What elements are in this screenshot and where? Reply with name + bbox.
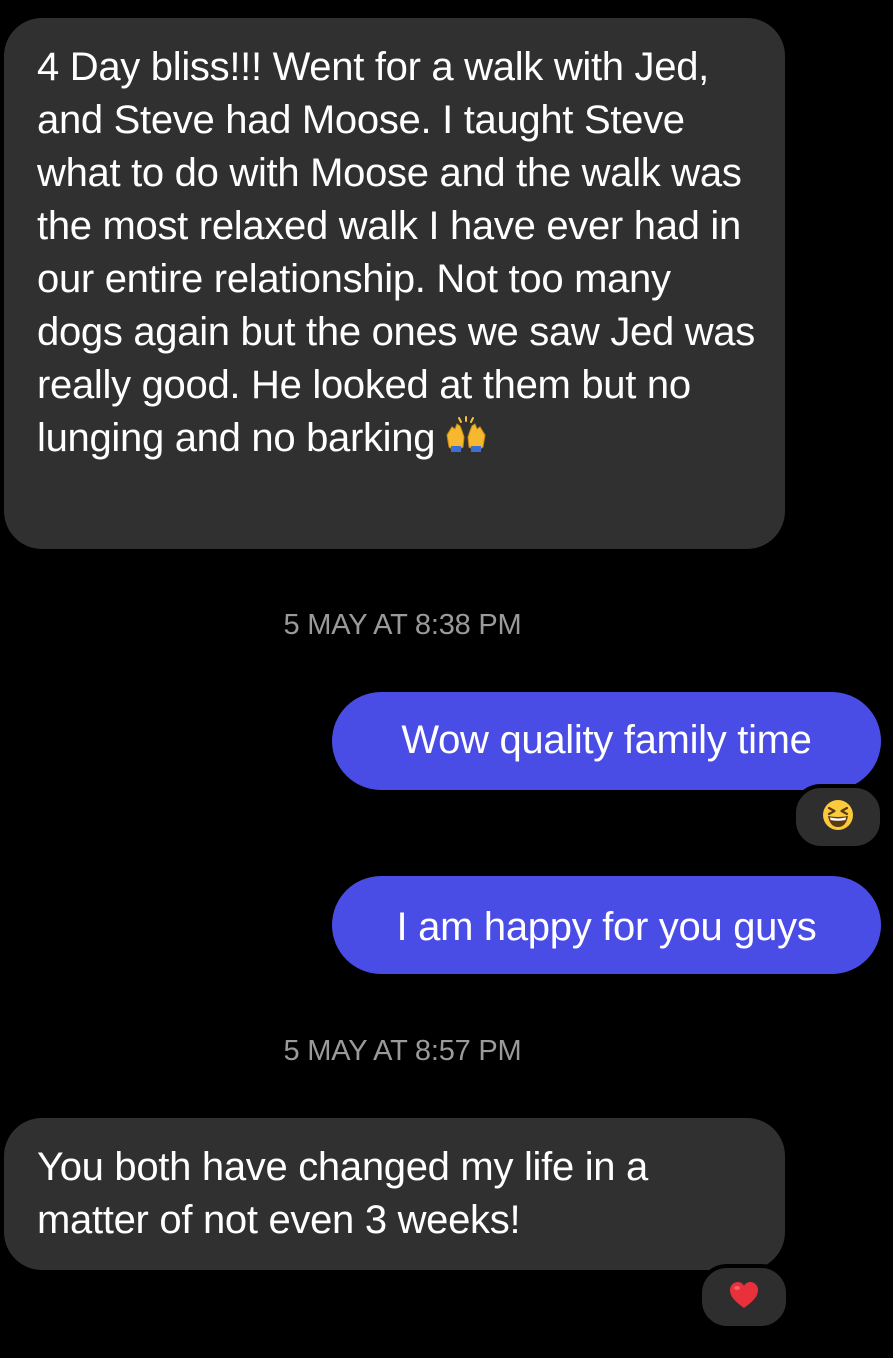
timestamp: 5 MAY AT 8:57 PM <box>283 1035 522 1067</box>
raising-hands-icon <box>443 414 489 467</box>
outgoing-message-bubble[interactable]: Wow quality family time <box>332 692 881 790</box>
incoming-message-bubble[interactable]: You both have changed my life in a matte… <box>4 1118 785 1270</box>
message-text: I am happy for you guys <box>396 905 817 949</box>
outgoing-message-bubble[interactable]: I am happy for you guys <box>332 876 881 974</box>
message-reaction[interactable] <box>698 1264 790 1330</box>
message-text: 4 Day bliss!!! Went for a walk with Jed,… <box>37 45 755 460</box>
timestamp: 5 MAY AT 8:38 PM <box>283 609 522 641</box>
grinning-squinting-face-icon <box>822 799 854 836</box>
incoming-message-bubble[interactable]: 4 Day bliss!!! Went for a walk with Jed,… <box>4 18 785 549</box>
message-reaction[interactable] <box>792 784 884 850</box>
red-heart-icon <box>728 1280 760 1315</box>
message-text: Wow quality family time <box>401 718 812 762</box>
message-text: You both have changed my life in a matte… <box>37 1145 648 1242</box>
